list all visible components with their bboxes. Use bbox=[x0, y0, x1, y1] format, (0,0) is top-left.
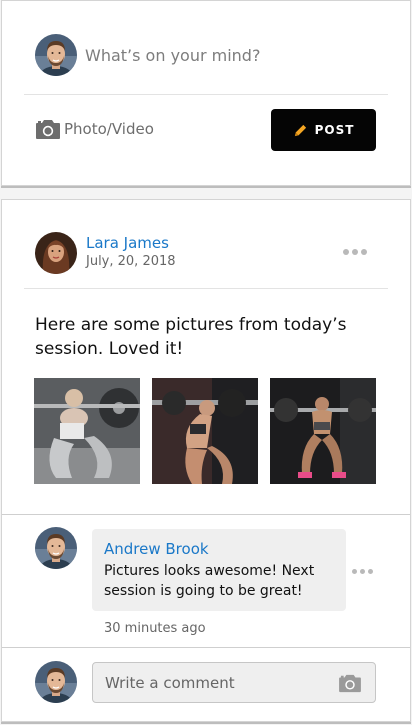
comment-more-dots-icon[interactable] bbox=[352, 569, 373, 574]
commenter-avatar[interactable] bbox=[35, 527, 77, 569]
divider bbox=[24, 94, 388, 95]
divider bbox=[2, 647, 410, 648]
camera-icon bbox=[35, 118, 61, 140]
post-button-label: POST bbox=[314, 123, 355, 137]
photo-video-button[interactable]: Photo/Video bbox=[35, 117, 154, 141]
comment-author[interactable]: Andrew Brook bbox=[104, 540, 334, 559]
post-text: Here are some pictures from today’s sess… bbox=[35, 315, 347, 359]
post-date: July, 20, 2018 bbox=[86, 254, 176, 269]
author-name[interactable]: Lara James bbox=[86, 234, 169, 252]
comment-timestamp: 30 minutes ago bbox=[104, 621, 206, 636]
comment-input[interactable] bbox=[92, 662, 376, 703]
current-user-avatar[interactable] bbox=[35, 661, 77, 703]
avatar[interactable] bbox=[35, 34, 77, 76]
status-input[interactable]: What’s on your mind? bbox=[85, 46, 260, 65]
composer-card: What’s on your mind? Photo/Video POST bbox=[1, 0, 411, 186]
comment-bubble: Andrew Brook Pictures looks awesome! Nex… bbox=[92, 529, 346, 611]
post-photo[interactable] bbox=[270, 378, 376, 484]
divider bbox=[24, 288, 388, 289]
author-avatar[interactable] bbox=[35, 232, 77, 274]
post-photo[interactable] bbox=[34, 378, 140, 484]
post-button[interactable]: POST bbox=[271, 109, 376, 151]
divider bbox=[2, 514, 410, 515]
comment-text: Pictures looks awesome! Next session is … bbox=[104, 563, 315, 599]
photo-video-label: Photo/Video bbox=[64, 120, 154, 138]
post-photo[interactable] bbox=[152, 378, 258, 484]
camera-icon[interactable] bbox=[337, 673, 363, 693]
pencil-icon bbox=[294, 124, 306, 136]
post-card: Lara James July, 20, 2018 Here are some … bbox=[1, 199, 411, 722]
more-dots-icon[interactable] bbox=[343, 249, 367, 255]
